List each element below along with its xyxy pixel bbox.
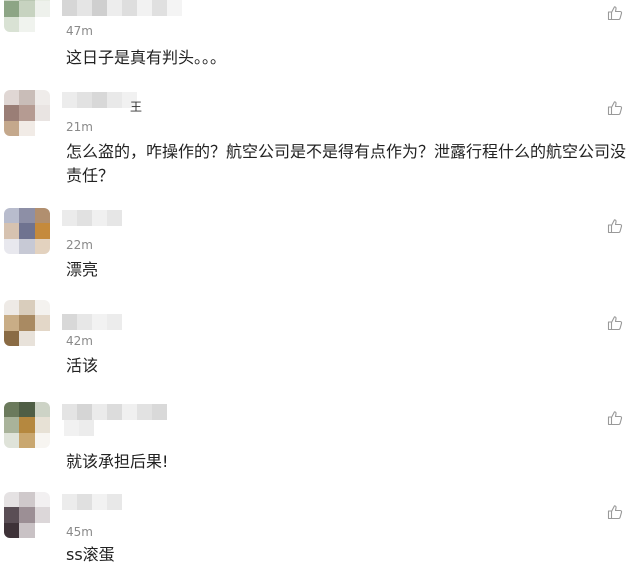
username[interactable] [62, 404, 167, 420]
comment-text: 这日子是真有判头。。。 [66, 48, 227, 67]
username-suffix: 王 [130, 100, 143, 114]
comment-list: 47m 这日子是真有判头。。。 王 21m 怎么盗的，咋操作的？航空公司是不是得… [0, 0, 643, 568]
comment-text: 怎么盗的，咋操作的？航空公司是不是得有点作为？泄露行程什么的航空公司没责任？ [66, 142, 627, 185]
comment-time: 45m [66, 525, 93, 539]
like-button[interactable] [607, 5, 623, 21]
username[interactable] [62, 210, 122, 226]
comment-text: ss滚蛋 [66, 545, 115, 564]
avatar[interactable] [4, 300, 50, 346]
thumbs-up-icon [607, 505, 623, 520]
username[interactable] [62, 494, 122, 510]
like-button[interactable] [607, 218, 623, 234]
thumbs-up-icon [607, 411, 623, 426]
like-button[interactable] [607, 315, 623, 331]
username-extra [64, 420, 94, 436]
avatar[interactable] [4, 492, 50, 538]
username[interactable] [62, 0, 182, 16]
avatar[interactable] [4, 402, 50, 448]
comment-time: 22m [66, 238, 93, 252]
comment-time: 47m [66, 24, 93, 38]
like-button[interactable] [607, 504, 623, 520]
thumbs-up-icon [607, 219, 623, 234]
username[interactable] [62, 92, 137, 108]
thumbs-up-icon [607, 101, 623, 116]
username[interactable] [62, 314, 122, 330]
avatar[interactable] [4, 208, 50, 254]
comment-time: 42m [66, 334, 93, 348]
comment-text: 漂亮 [66, 260, 99, 279]
thumbs-up-icon [607, 6, 623, 21]
avatar[interactable] [4, 90, 50, 136]
thumbs-up-icon [607, 316, 623, 331]
avatar[interactable] [4, 0, 50, 32]
like-button[interactable] [607, 410, 623, 426]
comment-text: 就该承担后果! [66, 452, 169, 471]
like-button[interactable] [607, 100, 623, 116]
comment-text: 活该 [66, 356, 99, 375]
comment-time: 21m [66, 120, 93, 134]
